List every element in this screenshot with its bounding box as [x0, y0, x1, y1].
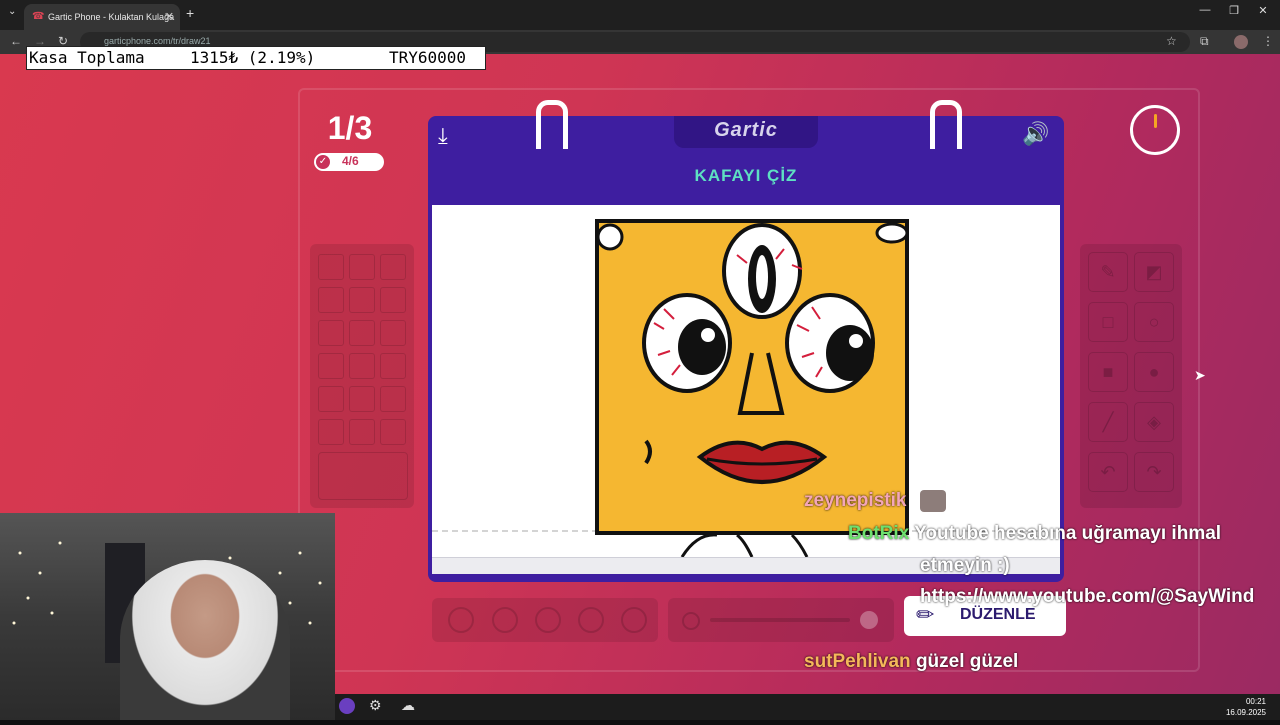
line-icon[interactable]: ╱	[1088, 402, 1128, 442]
close-window-button[interactable]: ✕	[1248, 4, 1278, 17]
edit-button-label: DÜZENLE	[960, 606, 1036, 623]
chat-text: Youtube hesabına uğramayı ihmal	[914, 523, 1222, 544]
favicon-icon: ☎	[32, 11, 45, 22]
extensions-icon[interactable]: ⧉	[1200, 34, 1209, 49]
ticker-label: Kasa Toplama	[29, 48, 145, 67]
bookmark-star-icon[interactable]: ☆	[1166, 34, 1177, 48]
close-tab-icon[interactable]: ✕	[165, 4, 174, 30]
app-icon[interactable]	[339, 698, 355, 714]
color-swatch[interactable]	[318, 419, 344, 445]
players-done-badge: ✓ 4/6	[314, 153, 384, 171]
url-text[interactable]: garticphone.com/tr/draw21	[104, 36, 211, 46]
profile-avatar[interactable]	[1234, 35, 1248, 49]
settings-gear-icon[interactable]: ⚙	[369, 697, 382, 714]
chat-text: güzel güzel	[915, 651, 1019, 672]
taskbar: ⚙ ☁	[335, 694, 1280, 720]
check-icon: ✓	[316, 155, 330, 169]
clock-date: 16.09.2025	[1225, 708, 1266, 717]
task-instruction: KAFAYI ÇİZ	[694, 166, 798, 185]
color-swatch[interactable]	[349, 353, 375, 379]
color-swatch[interactable]	[318, 353, 344, 379]
donation-ticker: Kasa Toplama 1315₺ (2.19%) TRY60000	[26, 46, 486, 70]
color-swatch[interactable]	[349, 254, 375, 280]
tab-title: Gartic Phone - Kulaktan Kulağa	[48, 12, 175, 22]
chat-message: BotRix Youtube hesabına uğramayı ihmal	[848, 523, 1221, 545]
brush-size-option[interactable]	[492, 607, 518, 633]
undo-icon[interactable]: ↶	[1088, 452, 1128, 492]
brush-size-option[interactable]	[448, 607, 474, 633]
minimize-button[interactable]: —	[1190, 4, 1220, 16]
drawing-canvas[interactable]	[432, 205, 1060, 558]
chat-username: zeynepistik	[804, 490, 907, 512]
cloud-icon[interactable]: ☁	[401, 697, 415, 714]
card-ring-left	[536, 100, 568, 149]
clock-time: 00:21	[1245, 697, 1266, 706]
color-swatch[interactable]	[380, 320, 406, 346]
color-swatch[interactable]	[349, 320, 375, 346]
back-icon[interactable]: ←	[10, 34, 22, 48]
color-swatch[interactable]	[318, 287, 344, 313]
chat-username: BotRix	[848, 523, 910, 544]
color-swatch[interactable]	[318, 254, 344, 280]
chat-message: sutPehlivan güzel güzel	[804, 651, 1018, 673]
card-ring-right	[930, 100, 962, 149]
ticker-goal: TRY60000	[389, 48, 467, 67]
color-swatch[interactable]	[380, 254, 406, 280]
rectangle-outline-icon[interactable]: □	[1088, 302, 1128, 342]
opacity-slider[interactable]	[668, 598, 894, 642]
sound-icon[interactable]: 🔊	[1022, 121, 1049, 147]
brush-size-bar	[432, 598, 658, 642]
round-counter: 1/3	[327, 110, 373, 146]
streamer-video	[120, 560, 290, 720]
eraser-icon[interactable]: ◩	[1134, 252, 1174, 292]
download-icon[interactable]: ⤓	[438, 123, 448, 149]
fill-bucket-icon[interactable]: ◈	[1134, 402, 1174, 442]
color-swatch[interactable]	[318, 386, 344, 412]
drawing-artwork	[432, 219, 1060, 558]
color-swatch[interactable]	[349, 386, 375, 412]
color-swatch[interactable]	[349, 419, 375, 445]
color-swatch[interactable]	[349, 287, 375, 313]
system-clock: 00:21 16.09.2025	[1226, 696, 1266, 718]
color-swatch[interactable]	[380, 419, 406, 445]
browser-menu-icon[interactable]: ⋮	[1262, 34, 1274, 48]
maximize-button[interactable]: ❐	[1219, 4, 1249, 17]
slider-min-icon	[682, 612, 700, 630]
brush-size-option[interactable]	[535, 607, 561, 633]
color-swatch[interactable]	[380, 353, 406, 379]
slider-handle[interactable]	[860, 611, 878, 629]
ticker-amount: 1315₺ (2.19%)	[190, 48, 316, 67]
color-swatch[interactable]	[318, 320, 344, 346]
timer-hand	[1154, 114, 1157, 128]
brush-size-option[interactable]	[621, 607, 647, 633]
tab-search-icon[interactable]: ⌄	[8, 6, 16, 17]
timer-icon	[1130, 105, 1180, 155]
circle-outline-icon[interactable]: ○	[1134, 302, 1174, 342]
chat-link[interactable]: https://www.youtube.com/@SayWind	[920, 586, 1254, 608]
mouse-cursor-icon: ➤	[1194, 367, 1206, 383]
browser-tab[interactable]: ☎ Gartic Phone - Kulaktan Kulağa ✕	[24, 4, 180, 30]
rectangle-fill-icon[interactable]: ■	[1088, 352, 1128, 392]
chat-text: etmeyin :)	[920, 555, 1010, 576]
cat-emote-icon	[919, 490, 946, 512]
new-tab-button[interactable]: +	[186, 5, 194, 21]
drawing-tools-panel: ✎ ◩ □ ○ ■ ● ╱ ◈ ↶ ↷	[1080, 244, 1182, 508]
chat-username: sutPehlivan	[804, 651, 911, 672]
brush-size-option[interactable]	[578, 607, 604, 633]
custom-color-swatch[interactable]	[318, 452, 408, 500]
players-done-count: 4/6	[342, 154, 359, 168]
circle-fill-icon[interactable]: ●	[1134, 352, 1174, 392]
redo-icon[interactable]: ↷	[1134, 452, 1174, 492]
gartic-logo: Gartic	[714, 119, 778, 141]
slider-track[interactable]	[710, 618, 850, 622]
pencil-icon[interactable]: ✎	[1088, 252, 1128, 292]
color-swatch[interactable]	[380, 287, 406, 313]
color-swatch[interactable]	[380, 386, 406, 412]
chat-message: zeynepistik	[804, 490, 946, 512]
